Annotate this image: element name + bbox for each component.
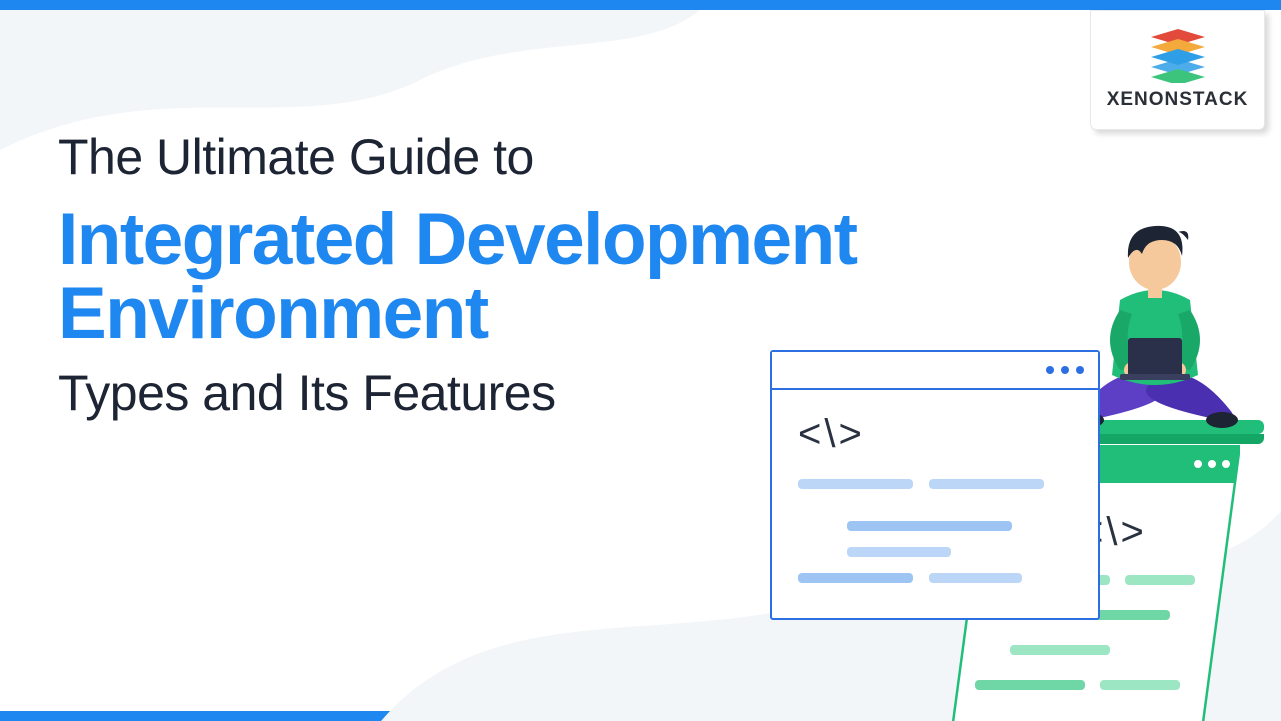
headline-block: The Ultimate Guide to Integrated Develop… [58,130,938,421]
laptop-icon [1128,338,1182,376]
bottom-wave-decoration [381,421,1281,721]
bench-platform [1012,420,1264,444]
code-document-back: <\> [950,445,1240,721]
brand-name: XENONSTACK [1107,89,1249,111]
headline-line-3: Types and Its Features [58,366,938,421]
headline-line-1: The Ultimate Guide to [58,130,938,185]
headline-line-2: Integrated Development Environment [58,203,938,352]
banner-canvas: XENONSTACK The Ultimate Guide to Integra… [0,0,1281,721]
top-accent-bar [0,0,1281,10]
svg-text:<\>: <\> [1080,510,1147,554]
brand-logo-card: XENONSTACK [1090,10,1265,130]
stack-layers-icon [1151,29,1205,83]
developer-sitting-icon [1060,210,1250,450]
bottom-accent-bar [0,711,1281,721]
